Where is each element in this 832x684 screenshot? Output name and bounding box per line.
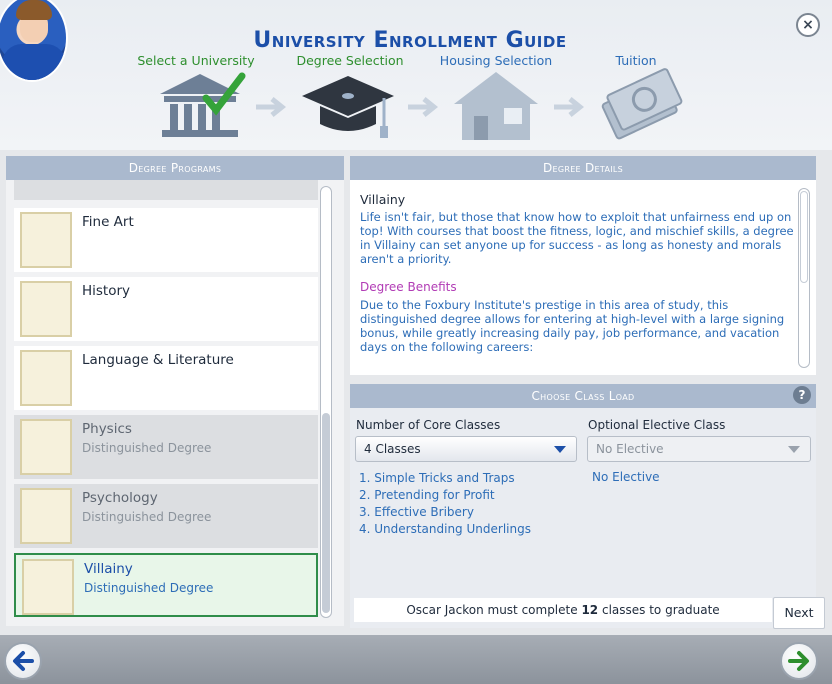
step-label-tuition: Tuition — [615, 53, 657, 68]
next-tooltip: Next — [773, 597, 825, 629]
house-icon — [454, 72, 538, 140]
class-list-item: 2. Pretending for Profit — [359, 488, 495, 502]
step-arrow-icon — [554, 97, 585, 117]
degree-description: Life isn't fair, but those that know how… — [360, 210, 794, 266]
class-list-item: 1. Simple Tricks and Traps — [359, 471, 515, 485]
degree-details-title: Villainy — [360, 192, 406, 207]
elective-class-value: No Elective — [596, 442, 664, 456]
chevron-down-icon — [554, 446, 566, 453]
degree-subtitle: Distinguished Degree — [84, 581, 214, 595]
degree-benefits-title: Degree Benefits — [360, 280, 457, 294]
class-list-item: 3. Effective Bribery — [359, 505, 474, 519]
degree-details-panel: Villainy Life isn't fair, but those that… — [350, 180, 816, 375]
header-background — [0, 0, 832, 150]
class-list-item: 4. Understanding Underlings — [359, 522, 531, 536]
elective-class-label: Optional Elective Class — [588, 418, 726, 432]
list-item-villainy[interactable]: Villainy Distinguished Degree — [14, 553, 318, 617]
degree-name: Fine Art — [82, 214, 134, 230]
degree-name: Villainy — [84, 561, 133, 577]
list-item-language-literature[interactable]: Language & Literature — [14, 346, 318, 410]
step-arrow-icon — [256, 97, 287, 117]
core-classes-dropdown[interactable]: 4 Classes — [355, 436, 577, 462]
scrollbar-thumb[interactable] — [322, 413, 330, 613]
core-classes-value: 4 Classes — [364, 442, 421, 456]
bottom-navigation-bar — [0, 635, 832, 684]
list-item-history[interactable]: History — [14, 277, 318, 341]
help-icon[interactable]: ? — [793, 386, 811, 404]
arrow-left-icon — [13, 651, 34, 671]
money-icon — [601, 68, 683, 140]
list-item-partial[interactable] — [14, 180, 318, 200]
core-classes-label: Number of Core Classes — [356, 418, 501, 432]
university-building-icon — [160, 72, 246, 137]
degree-benefits-text: Due to the Foxbury Institute's prestige … — [360, 298, 785, 354]
degree-subtitle: Distinguished Degree — [82, 510, 212, 524]
graduation-requirement-message: Oscar Jackon must complete 12 classes to… — [354, 598, 772, 622]
footer-suffix: classes to graduate — [601, 603, 720, 617]
footer-prefix: Oscar Jackon must complete — [406, 603, 578, 617]
villainy-diploma-icon — [22, 559, 74, 615]
list-item-psychology[interactable]: Psychology Distinguished Degree — [14, 484, 318, 548]
arrow-right-icon — [788, 651, 809, 671]
list-item-physics[interactable]: Physics Distinguished Degree — [14, 415, 318, 479]
footer-count: 12 — [581, 603, 599, 617]
physics-diploma-icon — [20, 419, 72, 475]
step-label-select-university: Select a University — [137, 53, 255, 68]
next-button[interactable] — [780, 642, 818, 680]
degree-details-header: Degree Details — [350, 156, 816, 180]
list-item-fine-art[interactable]: Fine Art — [14, 208, 318, 272]
elective-selected-value: No Elective — [592, 470, 660, 484]
degree-programs-list: Fine Art History Language & Literature P… — [6, 180, 344, 626]
back-button[interactable] — [4, 642, 42, 680]
page-title: University Enrollment Guide — [253, 28, 567, 53]
scrollbar-thumb[interactable] — [800, 191, 808, 283]
graduation-cap-icon — [302, 76, 394, 138]
step-arrow-icon — [408, 97, 439, 117]
degree-name: Physics — [82, 421, 132, 437]
degree-name: Language & Literature — [82, 352, 234, 368]
psychology-diploma-icon — [20, 488, 72, 544]
history-diploma-icon — [20, 281, 72, 337]
literature-diploma-icon — [20, 350, 72, 406]
degree-subtitle: Distinguished Degree — [82, 441, 212, 455]
degree-name: History — [82, 283, 131, 299]
degree-programs-header: Degree Programs — [6, 156, 344, 180]
choose-class-load-header: Choose Class Load — [350, 384, 816, 408]
degree-name: Psychology — [82, 490, 158, 506]
core-class-list: 1. Simple Tricks and Traps 2. Pretending… — [359, 470, 531, 538]
chevron-down-icon — [788, 446, 800, 453]
avatar-hair — [16, 0, 52, 20]
elective-class-dropdown[interactable]: No Elective — [587, 436, 811, 462]
step-label-housing-selection: Housing Selection — [439, 53, 553, 68]
degree-list-scrollbar[interactable] — [320, 186, 332, 618]
fine-art-diploma-icon — [20, 212, 72, 268]
degree-details-scrollbar[interactable] — [798, 188, 810, 368]
step-label-degree-selection: Degree Selection — [296, 53, 404, 68]
